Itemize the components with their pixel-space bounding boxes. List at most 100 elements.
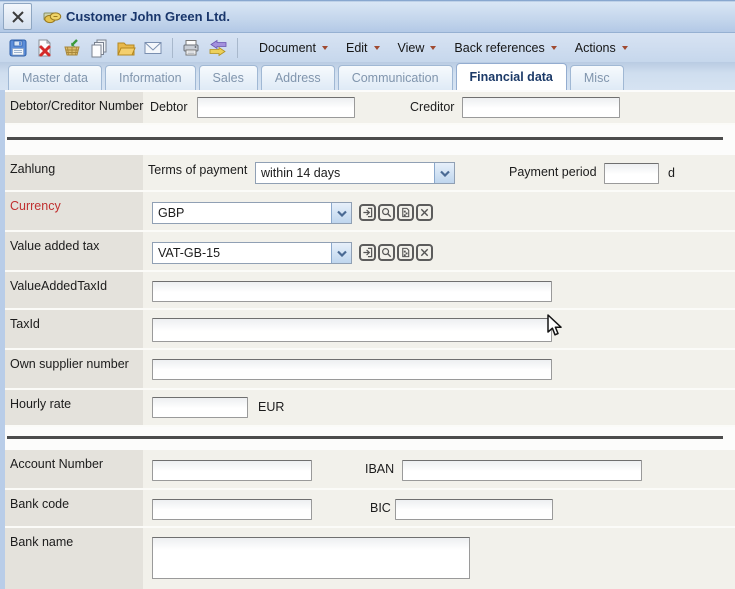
menu-label: Document xyxy=(259,41,316,55)
bic-label: BIC xyxy=(370,501,391,515)
selected-value: within 14 days xyxy=(256,163,434,183)
vat-new-record-button[interactable] xyxy=(397,244,414,261)
app-window: Customer John Green Ltd. xyxy=(0,0,735,589)
row-label: Hourly rate xyxy=(10,397,71,411)
row-label: TaxId xyxy=(10,317,40,331)
tab-address[interactable]: Address xyxy=(261,65,335,90)
row-vat: Value added tax VAT-GB-15 xyxy=(0,232,735,272)
currency-goto-button[interactable] xyxy=(359,204,376,221)
row-own-supplier: Own supplier number xyxy=(0,350,735,390)
row-tax-id: TaxId xyxy=(0,310,735,350)
row-label: Currency xyxy=(10,199,61,213)
save-icon xyxy=(8,38,28,58)
account-number-input[interactable] xyxy=(152,460,312,481)
vat-search-button[interactable] xyxy=(378,244,395,261)
menu-actions[interactable]: Actions xyxy=(566,37,637,59)
delete-button[interactable] xyxy=(33,36,57,60)
copy-button[interactable] xyxy=(87,36,111,60)
tab-financial-data[interactable]: Financial data xyxy=(456,63,567,90)
print-button[interactable] xyxy=(179,36,203,60)
open-button[interactable] xyxy=(114,36,138,60)
import-button[interactable] xyxy=(60,36,84,60)
save-button[interactable] xyxy=(6,36,30,60)
tab-misc[interactable]: Misc xyxy=(570,65,624,90)
transfer-button[interactable] xyxy=(206,36,230,60)
chevron-down-icon xyxy=(331,203,351,223)
chevron-down-icon xyxy=(551,46,557,50)
hourly-rate-input[interactable] xyxy=(152,397,248,418)
bic-input[interactable] xyxy=(395,499,553,520)
chevron-down-icon xyxy=(331,243,351,263)
menu-document[interactable]: Document xyxy=(250,37,337,59)
edge-strip xyxy=(0,90,5,589)
currency-clear-button[interactable] xyxy=(416,204,433,221)
bank-name-textarea[interactable] xyxy=(152,537,470,579)
row-label: Own supplier number xyxy=(10,357,129,371)
titlebar: Customer John Green Ltd. xyxy=(0,0,735,33)
vat-goto-button[interactable] xyxy=(359,244,376,261)
row-hourly-rate: Hourly rate EUR xyxy=(0,390,735,427)
menu-edit[interactable]: Edit xyxy=(337,37,389,59)
menu-label: View xyxy=(398,41,425,55)
menu-back-references[interactable]: Back references xyxy=(445,37,565,59)
search-icon xyxy=(381,247,392,258)
debtor-input[interactable] xyxy=(197,97,355,118)
tax-id-input[interactable] xyxy=(152,318,552,342)
terms-of-payment-label: Terms of payment xyxy=(148,163,247,177)
currency-select[interactable]: GBP xyxy=(152,202,352,224)
bank-code-input[interactable] xyxy=(152,499,312,520)
currency-new-record-button[interactable] xyxy=(397,204,414,221)
mail-icon xyxy=(143,38,163,58)
new-record-icon xyxy=(400,247,411,258)
row-bank-code: Bank code BIC xyxy=(0,490,735,528)
section-gap xyxy=(0,427,735,450)
menu-view[interactable]: View xyxy=(389,37,446,59)
close-button[interactable] xyxy=(3,3,32,30)
vat-select[interactable]: VAT-GB-15 xyxy=(152,242,352,264)
mail-button[interactable] xyxy=(141,36,165,60)
toolbar-separator xyxy=(172,38,173,58)
clear-icon xyxy=(419,207,430,218)
row-vat-id: ValueAddedTaxId xyxy=(0,272,735,310)
iban-input[interactable] xyxy=(402,460,642,481)
vat-clear-button[interactable] xyxy=(416,244,433,261)
clear-icon xyxy=(419,247,430,258)
own-supplier-input[interactable] xyxy=(152,359,552,380)
chevron-down-icon xyxy=(434,163,454,183)
chevron-down-icon xyxy=(622,46,628,50)
selected-value: GBP xyxy=(153,203,331,223)
menu-label: Edit xyxy=(346,41,368,55)
row-zahlung: Zahlung Terms of payment within 14 days … xyxy=(0,155,735,192)
tab-sales[interactable]: Sales xyxy=(199,65,258,90)
money-icon xyxy=(43,9,62,24)
creditor-input[interactable] xyxy=(462,97,620,118)
tab-communication[interactable]: Communication xyxy=(338,65,453,90)
vat-id-input[interactable] xyxy=(152,281,552,302)
row-label: Account Number xyxy=(10,457,103,471)
window-title: Customer John Green Ltd. xyxy=(66,9,230,24)
toolbar-separator xyxy=(237,38,238,58)
row-label: Value added tax xyxy=(10,239,99,253)
currency-search-button[interactable] xyxy=(378,204,395,221)
row-bank-name: Bank name xyxy=(0,528,735,589)
row-debtor-creditor: Debtor/Creditor Number Debtor Creditor xyxy=(0,92,735,125)
new-record-icon xyxy=(400,207,411,218)
section-gap xyxy=(0,125,735,155)
goto-icon xyxy=(362,247,373,258)
menubar: Document Edit View Back references Actio… xyxy=(250,37,637,59)
payment-period-input[interactable] xyxy=(604,163,659,184)
search-icon xyxy=(381,207,392,218)
terms-of-payment-select[interactable]: within 14 days xyxy=(255,162,455,184)
tab-information[interactable]: Information xyxy=(105,65,196,90)
tab-master-data[interactable]: Master data xyxy=(8,65,102,90)
selected-value: VAT-GB-15 xyxy=(153,243,331,263)
chevron-down-icon xyxy=(430,46,436,50)
section-separator xyxy=(7,137,723,140)
import-basket-icon xyxy=(62,38,82,58)
hourly-rate-unit: EUR xyxy=(258,400,284,414)
payment-period-unit: d xyxy=(668,166,675,180)
open-folder-icon xyxy=(116,38,136,58)
debtor-label: Debtor xyxy=(150,100,188,114)
row-label: Bank name xyxy=(10,535,73,549)
chevron-down-icon xyxy=(374,46,380,50)
